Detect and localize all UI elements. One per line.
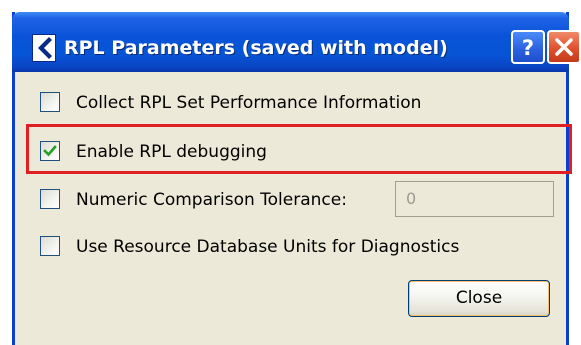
checkmark-icon (43, 145, 57, 157)
numeric-tolerance-label: Numeric Comparison Tolerance: (76, 190, 347, 210)
help-icon: ? (522, 36, 534, 60)
collect-performance-checkbox[interactable] (40, 92, 60, 112)
help-button[interactable]: ? (511, 30, 545, 64)
tolerance-input[interactable]: 0 (395, 181, 554, 217)
numeric-tolerance-checkbox[interactable] (40, 189, 60, 209)
close-button[interactable]: Close (408, 280, 550, 317)
enable-debugging-checkbox[interactable] (40, 141, 60, 161)
collect-performance-label: Collect RPL Set Performance Information (76, 93, 422, 113)
enable-debugging-label: Enable RPL debugging (76, 142, 267, 162)
window-title: RPL Parameters (saved with model) (64, 37, 448, 59)
title-bar[interactable]: RPL Parameters (saved with model) ? (12, 12, 581, 72)
resource-units-checkbox[interactable] (40, 236, 60, 256)
app-icon (32, 34, 56, 62)
resource-units-label: Use Resource Database Units for Diagnost… (76, 237, 460, 257)
close-x-icon (555, 38, 573, 56)
window-close-button[interactable] (547, 30, 581, 64)
